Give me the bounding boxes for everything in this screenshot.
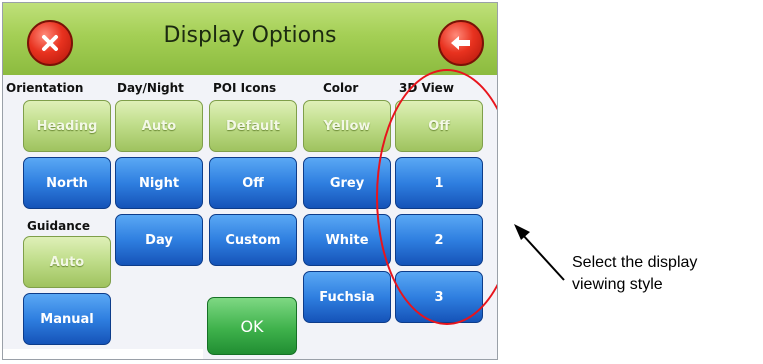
annotation-line-2: viewing style [572,276,663,293]
screen-corner-patch [3,349,203,359]
title-bar: Display Options [3,3,497,75]
annotation-line-1: Select the display [572,254,698,271]
back-button[interactable] [438,20,484,66]
color-header: Color [323,81,359,95]
annotation-text: Select the display viewing style [572,252,697,296]
color-fuchsia-button[interactable]: Fuchsia [303,271,391,323]
day-night-header: Day/Night [117,81,184,95]
guidance-manual-button[interactable]: Manual [23,293,111,345]
ok-button[interactable]: OK [207,297,297,355]
poi-custom-button[interactable]: Custom [209,214,297,266]
guidance-header: Guidance [27,219,90,233]
page-title: Display Options [163,23,337,48]
day-night-night-button[interactable]: Night [115,157,203,209]
poi-default-button[interactable]: Default [209,100,297,152]
poi-off-button[interactable]: Off [209,157,297,209]
orientation-north-button[interactable]: North [23,157,111,209]
orientation-header: Orientation [6,81,84,95]
day-night-day-button[interactable]: Day [115,214,203,266]
color-yellow-button[interactable]: Yellow [303,100,391,152]
poi-icons-header: POI Icons [213,81,277,95]
back-arrow-icon [451,36,470,50]
display-options-screen: Display Options Orientation Day/Night PO… [2,2,498,360]
day-night-auto-button[interactable]: Auto [115,100,203,152]
guidance-auto-button[interactable]: Auto [23,236,111,288]
annotation-arrow [514,224,565,281]
orientation-heading-button[interactable]: Heading [23,100,111,152]
